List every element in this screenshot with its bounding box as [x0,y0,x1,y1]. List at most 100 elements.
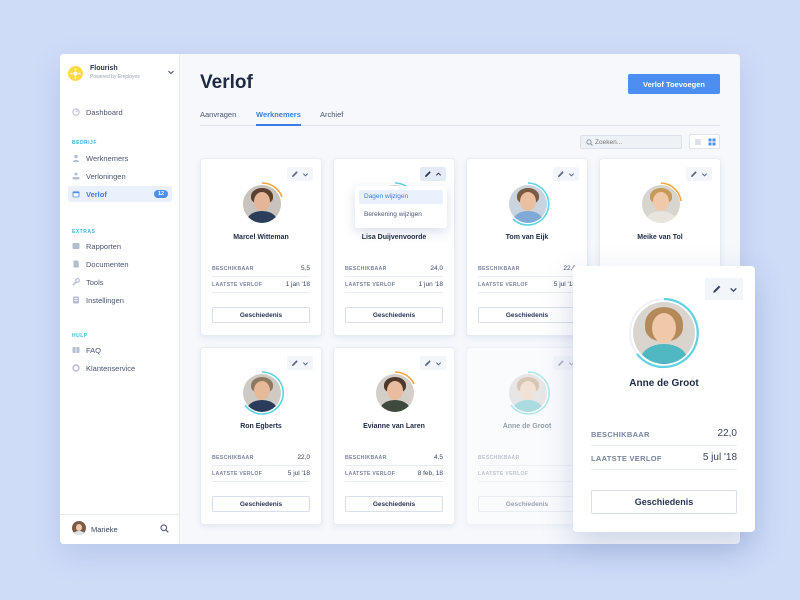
edit-dropdown-button[interactable] [686,167,712,181]
sidebar-item-klantenservice[interactable]: Klantenservice [68,360,172,376]
available-row: BESCHIKBAAR 4,5 [345,452,443,466]
avatar [239,370,285,416]
payroll-icon [72,172,80,180]
sidebar-item-faq[interactable]: FAQ [68,342,172,358]
page-title: Verlof [200,72,253,93]
available-label: BESCHIKBAAR [212,455,254,461]
tab-archief[interactable]: Archief [320,110,343,126]
sidebar-item-tools[interactable]: Tools [68,274,172,290]
employee-card: Tom van Eijk BESCHIKBAAR 22,0 LAATSTE VE… [466,158,588,336]
avatar [505,181,551,227]
edit-dropdown-button[interactable] [420,167,446,181]
edit-dropdown-button[interactable] [287,167,313,181]
available-label: BESCHIKBAAR [212,266,254,272]
history-button[interactable]: Geschiedenis [345,496,443,512]
employee-name: Tom van Eijk [505,234,549,241]
last-leave-row: LAATSTE VERLOF 5 jul '18 [212,468,310,482]
last-leave-value: 1 jun '18 [418,281,443,288]
person-icon [72,154,80,162]
history-button[interactable]: Geschiedenis [212,307,310,323]
last-leave-label: LAATSTE VERLOF [345,471,396,477]
employee-name: Ron Egberts [240,423,282,430]
brand-subtitle: Powered by Employes [90,74,140,80]
edit-dropdown-button[interactable] [553,167,579,181]
employee-detail-card[interactable]: Anne de Groot BESCHIKBAAR 22,0 LAATSTE V… [573,266,755,532]
grid-view-icon[interactable] [708,138,716,146]
employee-card: Lisa Duijvenvoorde BESCHIKBAAR 24,0 LAAT… [333,158,455,336]
document-icon [73,260,79,268]
menu-item-change-calculation[interactable]: Berekening wijzigen [359,208,443,222]
sidebar-item-label: Klantenservice [86,364,136,373]
dashboard-icon [72,108,80,116]
menu-item-change-days[interactable]: Dagen wijzigen [359,190,443,204]
count-badge: 12 [154,190,168,198]
sidebar-item-label: Verlof [86,190,107,199]
sidebar: Flourish Powered by Employes Dashboard B… [60,54,180,544]
last-leave-row: LAATSTE VERLOF [478,468,576,482]
list-view-icon[interactable] [694,138,702,146]
last-leave-row: LAATSTE VERLOF 5 jul '18 [591,448,737,470]
sidebar-item-label: Rapporten [86,242,122,251]
settings-icon [73,296,79,304]
chevron-down-icon [302,362,309,366]
chevron-down-icon [302,173,309,177]
employee-card: Evianne van Laren BESCHIKBAAR 4,5 LAATST… [333,347,455,525]
history-button[interactable]: Geschiedenis [345,307,443,323]
last-leave-row: LAATSTE VERLOF 5 jul '18 [478,279,576,293]
company-switcher[interactable]: Flourish Powered by Employes [68,64,174,84]
sidebar-item-label: Werknemers [86,154,129,163]
last-leave-value: 5 jul '18 [702,452,737,463]
pencil-icon [292,171,298,177]
avatar [505,370,551,416]
sidebar-item-documenten[interactable]: Documenten [68,256,172,272]
employee-name: Evianne van Laren [363,423,425,430]
last-leave-value: 1 jan '18 [285,281,310,288]
employee-name: Lisa Duijvenvoorde [361,234,427,241]
available-label: BESCHIKBAAR [591,430,650,439]
chevron-down-icon [701,173,708,177]
available-row: BESCHIKBAAR 24,0 [345,263,443,277]
search-input[interactable] [595,137,679,147]
edit-dropdown-button[interactable] [705,278,743,300]
sidebar-item-dashboard[interactable]: Dashboard [68,104,172,120]
last-leave-row: LAATSTE VERLOF 8 feb, 18 [345,468,443,482]
add-leave-button[interactable]: Verlof Toevoegen [628,74,720,94]
section-heading-hulp: HULP [72,333,88,339]
available-label: BESCHIKBAAR [345,455,387,461]
sidebar-item-werknemers[interactable]: Werknemers [68,150,172,166]
avatar [239,181,285,227]
tab-aanvragen[interactable]: Aanvragen [200,110,236,126]
chevron-up-icon [435,172,442,176]
employee-card: Marcel Witteman BESCHIKBAAR 5,5 LAATSTE … [200,158,322,336]
avatar [638,181,684,227]
last-leave-label: LAATSTE VERLOF [478,471,529,477]
available-row: BESCHIKBAAR 5,5 [212,263,310,277]
sidebar-item-verlof[interactable]: Verlof 12 [68,186,172,202]
history-button[interactable]: Geschiedenis [478,496,576,512]
last-leave-value: 5 jul '18 [287,470,310,477]
sidebar-item-verloningen[interactable]: Verloningen [68,168,172,184]
available-value: 22,0 [297,454,310,461]
history-button[interactable]: Geschiedenis [591,490,737,514]
search-icon [586,139,593,146]
chevron-down-icon [568,173,575,177]
search-icon[interactable] [160,524,169,533]
avatar[interactable] [72,521,86,535]
history-button[interactable]: Geschiedenis [478,307,576,323]
pencil-icon [558,360,564,366]
brand-name: Flourish [90,65,118,72]
section-heading-extras: EXTRAS [72,229,96,235]
chart-icon [72,243,80,249]
last-leave-value: 8 feb, 18 [417,470,443,477]
sidebar-item-rapporten[interactable]: Rapporten [68,238,172,254]
history-button[interactable]: Geschiedenis [212,496,310,512]
tab-werknemers[interactable]: Werknemers [256,110,301,126]
user-bar: Marieke [60,514,180,544]
employee-name: Meike van Tol [637,234,683,241]
edit-dropdown-button[interactable] [287,356,313,370]
edit-dropdown-button[interactable] [420,356,446,370]
section-heading-bedrijf: BEDRIJF [72,140,97,146]
available-label: BESCHIKBAAR [478,266,520,272]
last-leave-label: LAATSTE VERLOF [478,282,529,288]
sidebar-item-instellingen[interactable]: Instellingen [68,292,172,308]
